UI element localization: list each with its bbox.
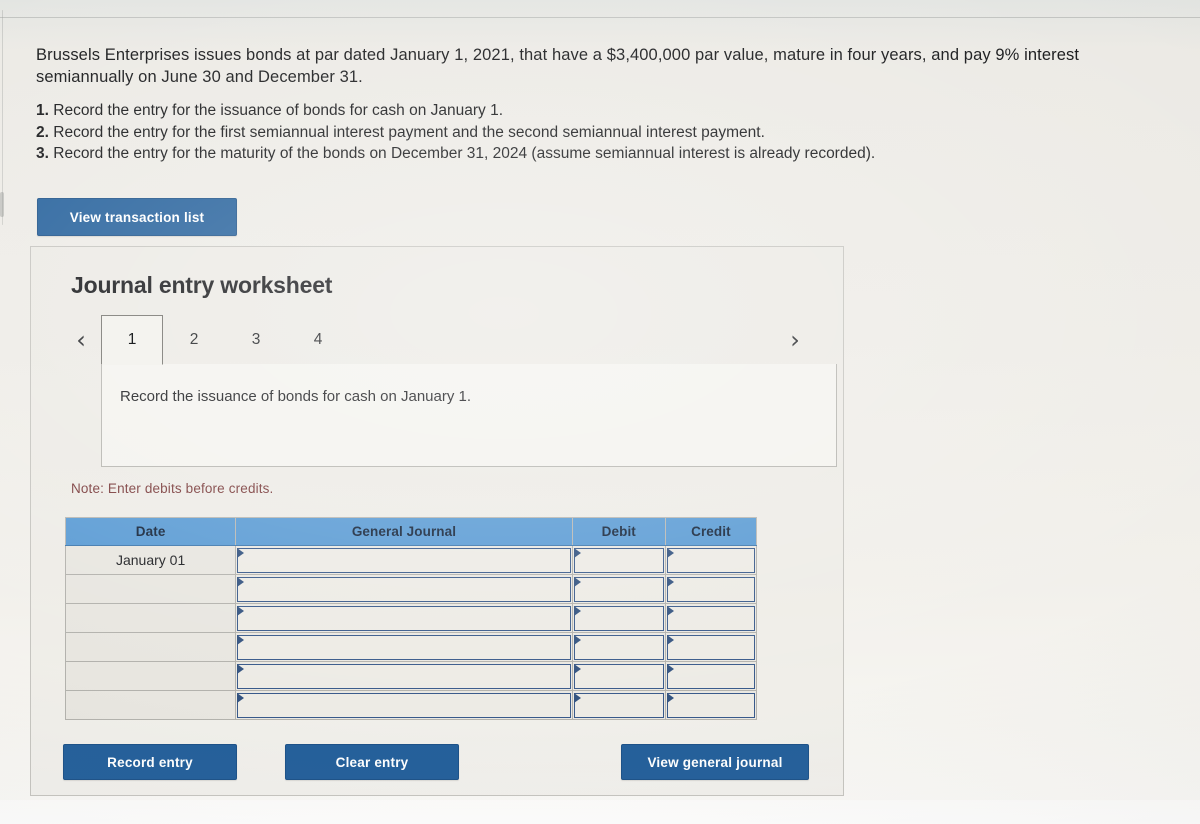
journal-entry-table: Date General Journal Debit Credit Januar… xyxy=(64,517,758,720)
debit-input[interactable] xyxy=(573,634,664,660)
journal-table-header-row: Date General Journal Debit Credit xyxy=(64,517,758,546)
date-cell[interactable]: January 01 xyxy=(64,545,237,575)
requirement-item: 1. Record the entry for the issuance of … xyxy=(36,100,1096,122)
debit-cell[interactable] xyxy=(571,574,666,604)
general-journal-cell[interactable] xyxy=(235,690,573,720)
requirement-item: 3. Record the entry for the maturity of … xyxy=(36,143,1096,165)
requirement-text: Record the entry for the maturity of the… xyxy=(53,145,876,162)
debit-input[interactable] xyxy=(573,605,664,631)
debit-input[interactable] xyxy=(573,663,664,689)
problem-content: Brussels Enterprises issues bonds at par… xyxy=(0,0,1200,824)
column-header-date: Date xyxy=(64,517,237,546)
worksheet-tab-4[interactable]: 4 xyxy=(287,315,349,365)
requirement-number: 2. xyxy=(36,123,49,141)
credit-input[interactable] xyxy=(666,663,755,689)
column-header-debit: Debit xyxy=(571,517,666,546)
debit-input[interactable] xyxy=(573,692,664,718)
date-cell[interactable] xyxy=(64,603,237,633)
record-entry-button[interactable]: Record entry xyxy=(63,744,237,780)
debit-cell[interactable] xyxy=(571,603,666,633)
credit-cell[interactable] xyxy=(664,603,758,633)
worksheet-tabs: 1 2 3 4 xyxy=(101,315,349,365)
debit-cell[interactable] xyxy=(571,632,666,662)
worksheet-title: Journal entry worksheet xyxy=(71,272,333,298)
debit-cell[interactable] xyxy=(571,545,666,575)
date-cell[interactable] xyxy=(64,661,237,691)
general-journal-cell[interactable] xyxy=(235,545,573,575)
worksheet-tabstrip: ‹ 1 2 3 4 › xyxy=(71,315,807,365)
column-header-general-journal: General Journal xyxy=(235,517,573,546)
table-row xyxy=(64,603,758,633)
general-journal-cell[interactable] xyxy=(235,574,573,604)
worksheet-tab-2[interactable]: 2 xyxy=(163,315,225,365)
general-journal-input[interactable] xyxy=(237,663,571,689)
general-journal-input[interactable] xyxy=(237,692,571,718)
date-cell[interactable] xyxy=(64,690,237,720)
credit-input[interactable] xyxy=(666,692,755,718)
table-row xyxy=(64,574,758,604)
requirement-number: 3. xyxy=(36,145,49,162)
requirement-number: 1. xyxy=(36,102,49,119)
view-general-journal-button[interactable]: View general journal xyxy=(621,744,809,780)
credit-cell[interactable] xyxy=(664,545,758,575)
general-journal-cell[interactable] xyxy=(235,603,573,633)
requirements-list: 1. Record the entry for the issuance of … xyxy=(36,100,1096,165)
credit-cell[interactable] xyxy=(664,632,758,662)
credit-input[interactable] xyxy=(666,634,755,660)
general-journal-input[interactable] xyxy=(237,547,571,573)
screen-bezel-bottom xyxy=(0,800,1200,824)
clear-entry-button[interactable]: Clear entry xyxy=(285,744,459,780)
date-cell[interactable] xyxy=(64,632,237,662)
debit-cell[interactable] xyxy=(571,690,666,720)
debit-input[interactable] xyxy=(573,547,664,573)
column-header-credit: Credit xyxy=(664,517,758,546)
table-row xyxy=(64,632,758,662)
credit-cell[interactable] xyxy=(664,574,758,604)
table-row xyxy=(64,661,758,691)
worksheet-tab-3[interactable]: 3 xyxy=(225,315,287,365)
debit-cell[interactable] xyxy=(571,661,666,691)
debit-input[interactable] xyxy=(573,576,664,602)
worksheet-prompt-text: Record the issuance of bonds for cash on… xyxy=(120,388,472,405)
worksheet-tab-1[interactable]: 1 xyxy=(101,315,163,365)
table-row xyxy=(64,690,758,720)
requirement-item: 2. Record the entry for the first semian… xyxy=(36,122,1096,144)
view-transaction-list-button[interactable]: View transaction list xyxy=(37,198,237,236)
debits-before-credits-note: Note: Enter debits before credits. xyxy=(71,481,274,496)
chevron-left-icon[interactable]: ‹ xyxy=(71,328,91,352)
general-journal-input[interactable] xyxy=(237,576,571,602)
chevron-right-icon[interactable]: › xyxy=(785,328,805,352)
credit-cell[interactable] xyxy=(664,661,758,691)
credit-input[interactable] xyxy=(666,605,755,631)
general-journal-cell[interactable] xyxy=(235,661,573,691)
credit-cell[interactable] xyxy=(664,690,758,720)
requirement-text: Record the entry for the first semiannua… xyxy=(53,123,765,141)
date-cell[interactable] xyxy=(64,574,237,604)
problem-statement: Brussels Enterprises issues bonds at par… xyxy=(36,46,1080,86)
credit-input[interactable] xyxy=(666,547,755,573)
requirement-text: Record the entry for the issuance of bon… xyxy=(53,102,504,119)
general-journal-input[interactable] xyxy=(237,634,571,660)
worksheet-prompt-panel: Record the issuance of bonds for cash on… xyxy=(101,364,837,467)
journal-entry-worksheet-card: Journal entry worksheet ‹ 1 2 3 4 › Reco… xyxy=(30,246,844,796)
table-row: January 01 xyxy=(64,545,758,575)
general-journal-cell[interactable] xyxy=(235,632,573,662)
credit-input[interactable] xyxy=(666,576,755,602)
general-journal-input[interactable] xyxy=(237,605,571,631)
